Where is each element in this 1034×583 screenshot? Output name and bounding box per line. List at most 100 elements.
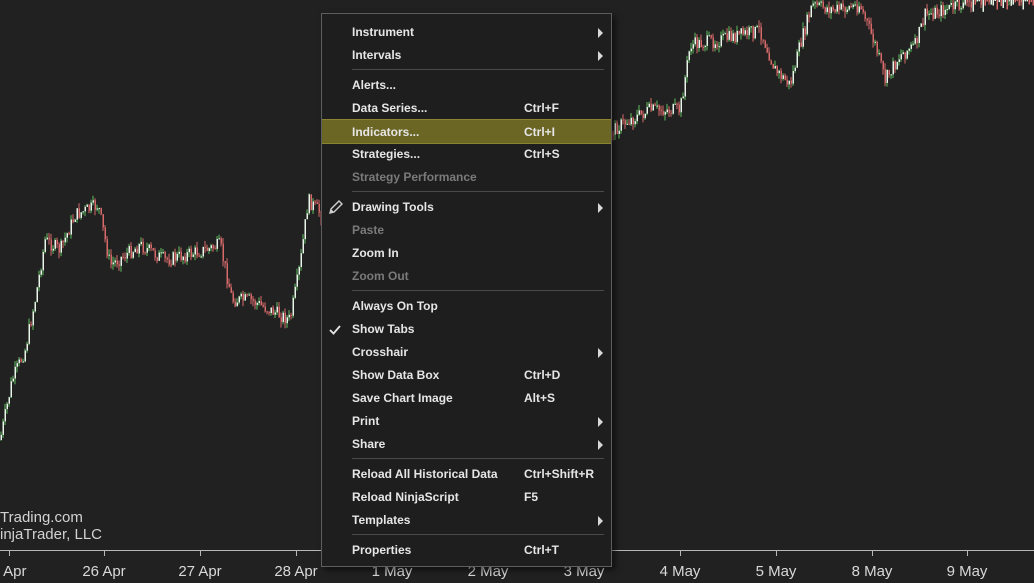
candle-body	[921, 24, 923, 27]
candle-body	[907, 51, 909, 59]
menu-item-data-series[interactable]: Data Series... Ctrl+F	[322, 97, 611, 120]
tick-mark	[776, 551, 777, 556]
candle-body	[971, 2, 973, 8]
candle-body	[883, 61, 885, 69]
candle-body	[25, 351, 27, 362]
menu-separator	[352, 534, 604, 535]
candle-body	[993, 0, 995, 5]
candle-body	[837, 5, 839, 12]
candle-body	[301, 253, 303, 267]
candle-body	[645, 114, 647, 118]
menu-item-show-tabs[interactable]: Show Tabs	[322, 318, 611, 341]
candle-body	[833, 7, 835, 9]
candle-body	[827, 7, 829, 12]
candle-body	[43, 252, 45, 270]
candle-body	[247, 294, 249, 295]
menu-item-reload-ninjascript[interactable]: Reload NinjaScript F5	[322, 486, 611, 509]
candle-body	[101, 208, 103, 214]
candle-body	[699, 40, 701, 48]
candle-body	[799, 42, 801, 51]
time-axis-label: 28 Apr	[274, 563, 317, 580]
menu-item-instrument[interactable]: Instrument	[322, 21, 611, 44]
menu-item-drawing-tools[interactable]: Drawing Tools	[322, 196, 611, 219]
candle-body	[181, 252, 183, 260]
candle-body	[89, 205, 91, 211]
candle-body	[917, 38, 919, 43]
candle-body	[47, 238, 49, 240]
menu-item-print[interactable]: Print	[322, 410, 611, 433]
submenu-arrow-icon	[598, 516, 603, 526]
candle-body	[871, 24, 873, 34]
candle-body	[129, 246, 131, 253]
candle-body	[735, 33, 737, 42]
candle-body	[803, 28, 805, 46]
submenu-arrow-icon	[598, 417, 603, 427]
tick-mark	[680, 551, 681, 556]
candle-body	[213, 245, 215, 248]
candle-body	[1029, 0, 1031, 4]
candle-body	[711, 35, 713, 37]
menu-item-properties[interactable]: Properties Ctrl+T	[322, 539, 611, 562]
candle-body	[779, 71, 781, 73]
menu-item-paste[interactable]: Paste	[322, 219, 611, 242]
chart-watermark: Trading.com injaTrader, LLC	[0, 509, 102, 543]
candle-body	[1003, 0, 1005, 8]
candle-body	[893, 61, 895, 74]
candle-body	[73, 219, 75, 221]
candle-body	[151, 245, 153, 249]
candle-body	[63, 241, 65, 242]
menu-item-zoom-in[interactable]: Zoom In	[322, 242, 611, 265]
menu-item-shortcut: Ctrl+Shift+R	[524, 467, 594, 481]
candle-body	[177, 254, 179, 261]
candle-body	[317, 202, 319, 204]
candle-body	[821, 2, 823, 3]
candle-body	[245, 294, 247, 300]
menu-item-label: Properties	[352, 543, 411, 557]
menu-item-zoom-out[interactable]: Zoom Out	[322, 265, 611, 288]
menu-item-share[interactable]: Share	[322, 433, 611, 456]
candle-body	[977, 0, 979, 1]
candle-body	[967, 0, 969, 2]
menu-item-always-on-top[interactable]: Always On Top	[322, 295, 611, 318]
candle-body	[1019, 0, 1021, 6]
menu-item-templates[interactable]: Templates	[322, 509, 611, 532]
candle-body	[137, 249, 139, 254]
menu-item-label: Show Tabs	[352, 322, 414, 336]
candle-body	[195, 247, 197, 254]
submenu-arrow-icon	[598, 28, 603, 38]
candle-body	[965, 0, 967, 5]
candle-body	[897, 62, 899, 69]
menu-item-indicators[interactable]: Indicators... Ctrl+I	[322, 119, 611, 144]
menu-item-label: Paste	[352, 223, 384, 237]
menu-item-strategy-performance[interactable]: Strategy Performance	[322, 166, 611, 189]
candle-body	[737, 31, 739, 42]
menu-item-alerts[interactable]: Alerts...	[322, 74, 611, 97]
menu-item-crosshair[interactable]: Crosshair	[322, 341, 611, 364]
time-axis-label: 9 May	[947, 563, 988, 580]
menu-item-intervals[interactable]: Intervals	[322, 44, 611, 67]
candle-body	[801, 42, 803, 46]
menu-item-show-data-box[interactable]: Show Data Box Ctrl+D	[322, 364, 611, 387]
candle-body	[189, 249, 191, 252]
candle-body	[83, 211, 85, 212]
candle-body	[169, 259, 171, 264]
candle-body	[239, 296, 241, 302]
candle-body	[925, 9, 927, 25]
candle-body	[91, 203, 93, 211]
candle-body	[743, 28, 745, 34]
menu-item-strategies[interactable]: Strategies... Ctrl+S	[322, 143, 611, 166]
candle-body	[713, 38, 715, 48]
candle-body	[315, 202, 317, 203]
candle-body	[857, 5, 859, 13]
candle-body	[751, 26, 753, 27]
candle-body	[49, 238, 51, 240]
candle-body	[165, 252, 167, 258]
candle-body	[877, 42, 879, 54]
candle-body	[655, 105, 657, 106]
menu-item-save-chart-image[interactable]: Save Chart Image Alt+S	[322, 387, 611, 410]
menu-item-reload-historical-data[interactable]: Reload All Historical Data Ctrl+Shift+R	[322, 463, 611, 486]
candle-body	[309, 194, 311, 213]
candle-body	[3, 421, 5, 434]
candle-body	[1, 435, 3, 440]
candle-body	[227, 263, 229, 284]
